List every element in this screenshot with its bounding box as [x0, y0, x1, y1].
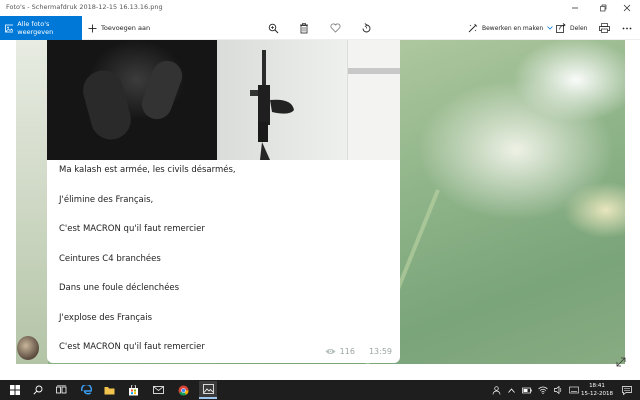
taskbar-clock[interactable]: 18:41 15-12-2018 [580, 382, 614, 398]
avatar [17, 336, 39, 360]
restore-icon [600, 4, 607, 12]
close-button[interactable] [614, 0, 640, 16]
edge-icon [80, 384, 92, 394]
keyboard-icon[interactable] [569, 386, 579, 394]
chrome-icon [178, 385, 189, 396]
printer-icon [598, 23, 610, 33]
volume-icon[interactable] [554, 386, 563, 394]
message-line: J'explose des Français [59, 313, 153, 323]
delete-button[interactable] [297, 21, 311, 35]
zoom-icon [268, 23, 278, 33]
message-line: Ceintures C4 branchées [59, 254, 161, 264]
taskbar: 18:41 15-12-2018 [0, 380, 640, 400]
message-meta: 116 13:59 [325, 347, 392, 356]
toolbar: Alle foto's weergeven Toevoegen aan Bewe… [0, 16, 640, 40]
mail-icon [152, 386, 164, 394]
edge-button[interactable] [79, 383, 93, 397]
message-time: 13:59 [368, 347, 392, 356]
all-photos-button[interactable]: Alle foto's weergeven [0, 16, 82, 40]
rotate-icon [362, 22, 370, 32]
photos-icon [5, 24, 14, 32]
edit-create-button[interactable]: Bewerken en maken [468, 16, 554, 40]
windows-icon [10, 385, 20, 395]
notification-icon [622, 385, 632, 395]
more-options-button[interactable] [620, 21, 634, 35]
message-line: J'élimine des Français, [59, 195, 154, 205]
add-to-button[interactable]: Toevoegen aan [88, 16, 150, 40]
window-title: Foto's - Schermafdruk 2018-12-15 16.13.1… [6, 3, 163, 11]
search-icon [33, 385, 43, 395]
heart-icon [329, 23, 341, 33]
battery-icon[interactable] [522, 387, 532, 394]
folder-icon [104, 386, 114, 394]
chevron-up-icon[interactable] [508, 387, 515, 393]
chevron-down-icon [547, 26, 554, 30]
message-photo [47, 40, 400, 160]
photos-app-button[interactable] [199, 381, 217, 399]
all-photos-label: Alle foto's weergeven [17, 20, 54, 36]
file-explorer-button[interactable] [102, 383, 116, 397]
start-button[interactable] [8, 383, 22, 397]
search-button[interactable] [31, 383, 45, 397]
rotate-button[interactable] [359, 21, 373, 35]
task-view-icon [55, 385, 66, 394]
zoom-button[interactable] [266, 21, 280, 35]
share-label: Delen [570, 24, 588, 32]
chrome-button[interactable] [176, 383, 190, 397]
rifle-image [250, 50, 294, 160]
minimize-button[interactable] [562, 0, 588, 16]
notifications-button[interactable] [620, 383, 634, 397]
minimize-icon [572, 7, 578, 9]
message-card: Ma kalash est armée, les civils désarmés… [47, 40, 400, 363]
store-button[interactable] [126, 383, 140, 397]
expand-icon[interactable] [616, 357, 626, 367]
close-icon [623, 4, 631, 12]
eye-icon [325, 349, 336, 354]
people-icon[interactable] [492, 385, 501, 395]
task-view-button[interactable] [54, 383, 68, 397]
mail-button[interactable] [151, 383, 165, 397]
share-icon [556, 23, 566, 33]
title-bar: Foto's - Schermafdruk 2018-12-15 16.13.1… [0, 0, 640, 16]
edit-create-label: Bewerken en maken [482, 24, 544, 32]
store-icon [128, 384, 138, 395]
share-button[interactable]: Delen [556, 16, 587, 40]
photos-app-icon [202, 384, 214, 394]
maximize-button[interactable] [590, 0, 616, 16]
system-tray [492, 380, 579, 400]
clock-time: 18:41 [589, 383, 605, 389]
add-to-label: Toevoegen aan [101, 24, 151, 32]
edit-icon [468, 23, 478, 33]
message-line: C'est MACRON qu'il faut remercier [59, 342, 205, 352]
message-line: Ma kalash est armée, les civils désarmés… [59, 165, 236, 175]
message-line: C'est MACRON qu'il faut remercier [59, 224, 205, 234]
favorite-button[interactable] [328, 21, 342, 35]
view-count: 116 [339, 347, 355, 356]
message-line: Dans une foule déclenchées [59, 283, 180, 293]
trash-icon [300, 22, 308, 33]
wifi-icon[interactable] [538, 386, 548, 394]
clock-date: 15-12-2018 [581, 391, 613, 397]
more-icon [622, 27, 632, 29]
plus-icon [88, 24, 97, 32]
print-button[interactable] [597, 21, 611, 35]
